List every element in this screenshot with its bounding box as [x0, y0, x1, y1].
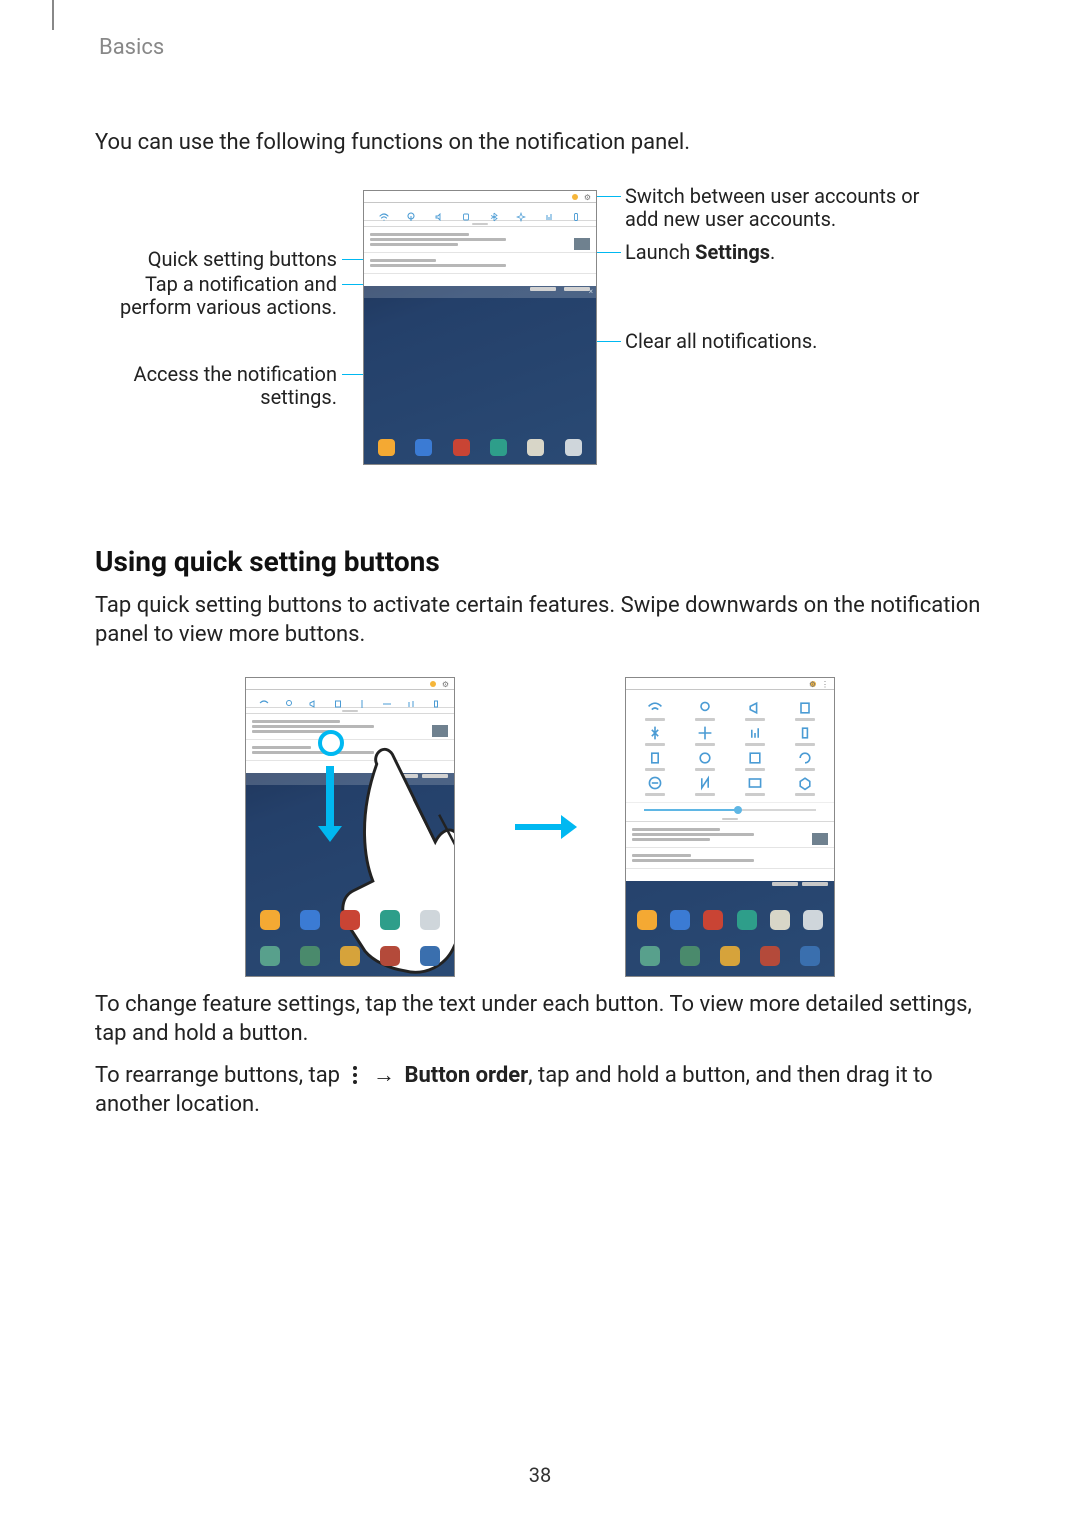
text-bold: Settings	[695, 240, 770, 264]
wifi-icon	[259, 694, 269, 704]
page-number: 38	[0, 1463, 1080, 1487]
dock	[626, 910, 834, 930]
flashlight-icon	[571, 207, 581, 217]
figure-swipe-quick-settings: ⚙	[95, 677, 985, 977]
rotate-icon	[797, 700, 813, 716]
sound-icon	[747, 700, 763, 716]
paragraph-rearrange: To rearrange buttons, tap → Button order…	[95, 1062, 985, 1119]
intro-text: You can use the following functions on t…	[95, 130, 985, 155]
callout-switch-users: Switch between user accounts or add new …	[625, 185, 945, 231]
sound-icon	[308, 694, 318, 704]
notification-item	[626, 848, 834, 869]
dock-secondary	[626, 946, 834, 966]
screenshot-notification-panel: ⚙ ×	[363, 190, 597, 465]
status-bar: ⚙ ⋮	[626, 678, 834, 690]
sound-icon	[434, 207, 444, 217]
dock	[246, 910, 454, 930]
flight-icon	[516, 207, 526, 217]
notification-thumbnail	[574, 238, 590, 250]
power-saving-icon	[647, 750, 663, 766]
rotate-icon	[461, 207, 471, 217]
dock-secondary	[246, 946, 454, 966]
hand-illustration	[289, 725, 455, 978]
user-account-icon	[430, 681, 436, 687]
notification-item	[364, 253, 596, 274]
lead-line	[593, 252, 621, 253]
screenshot-before-swipe: ⚙	[245, 677, 455, 977]
gear-icon: ⚙	[442, 680, 449, 689]
hotspot-icon	[697, 750, 713, 766]
reading-mode-icon	[747, 750, 763, 766]
paragraph-quick-setting: Tap quick setting buttons to activate ce…	[95, 592, 985, 649]
location-icon	[697, 700, 713, 716]
apps-drawer-icon	[565, 439, 582, 456]
quick-settings-row	[246, 690, 454, 708]
app-icon	[378, 439, 395, 456]
user-account-icon	[572, 194, 578, 200]
bluetooth-icon	[647, 725, 663, 741]
wifi-icon	[647, 700, 663, 716]
flight-icon	[697, 725, 713, 741]
figure-notification-panel: Quick setting buttons Tap a notification…	[95, 185, 985, 505]
bluetooth-icon	[489, 207, 499, 217]
app-icon	[453, 439, 470, 456]
rotate-icon	[333, 694, 343, 704]
paragraph-change-settings: To change feature settings, tap the text…	[95, 991, 985, 1048]
mobile-data-icon	[406, 694, 416, 704]
manual-page: Basics You can use the following functio…	[0, 0, 1080, 1527]
callout-launch-settings: Launch Settings.	[625, 241, 925, 264]
quick-settings-grid	[626, 690, 834, 802]
smart-view-icon	[747, 775, 763, 791]
heading-using-quick-setting-buttons: Using quick setting buttons	[95, 545, 985, 578]
text-span: .	[770, 240, 775, 264]
app-icon	[527, 439, 544, 456]
status-bar: ⚙	[246, 678, 454, 690]
callout-clear-all: Clear all notifications.	[625, 330, 925, 353]
status-bar: ⚙	[364, 191, 596, 203]
bluetooth-icon	[357, 694, 367, 704]
app-icon	[490, 439, 507, 456]
notification-item	[626, 822, 834, 848]
flashlight-icon	[797, 725, 813, 741]
collapsed-notification-bar: ×	[364, 286, 596, 298]
mobile-data-icon	[747, 725, 763, 741]
notification-footer	[626, 869, 834, 881]
page-tab-mark	[52, 0, 54, 30]
close-icon: ×	[589, 287, 593, 296]
dnd-icon	[647, 775, 663, 791]
nfc-icon	[697, 775, 713, 791]
lead-line	[593, 341, 621, 342]
flashlight-icon	[431, 694, 441, 704]
notification-item	[364, 227, 596, 253]
callout-tap-notification: Tap a notification and perform various a…	[95, 273, 337, 319]
text-bold: Button order	[404, 1063, 528, 1088]
gear-icon: ⚙	[584, 193, 591, 202]
text-span: To rearrange buttons, tap	[95, 1063, 346, 1088]
location-icon	[284, 694, 294, 704]
wifi-icon	[379, 207, 389, 217]
notification-footer	[364, 274, 596, 286]
callout-quick-setting-buttons: Quick setting buttons	[95, 248, 337, 271]
mobile-data-icon	[544, 207, 554, 217]
screenshot-after-swipe: ⚙ ⋮	[625, 677, 835, 977]
breadcrumb: Basics	[99, 35, 985, 60]
dock	[364, 439, 596, 456]
gear-icon: ⚙	[809, 680, 816, 689]
app-icon	[415, 439, 432, 456]
callout-access-notif-settings: Access the notification settings.	[95, 363, 337, 409]
private-mode-icon	[797, 775, 813, 791]
touch-indicator	[318, 730, 344, 756]
flight-icon	[382, 694, 392, 704]
quick-settings-row	[364, 203, 596, 221]
text-span: Launch	[625, 240, 695, 264]
brightness-slider	[626, 802, 834, 816]
arrow-glyph: →	[373, 1063, 395, 1088]
more-icon: ⋮	[821, 680, 829, 689]
location-icon	[406, 207, 416, 217]
more-options-icon	[348, 1066, 362, 1084]
sync-icon	[797, 750, 813, 766]
transition-arrow	[515, 824, 565, 830]
